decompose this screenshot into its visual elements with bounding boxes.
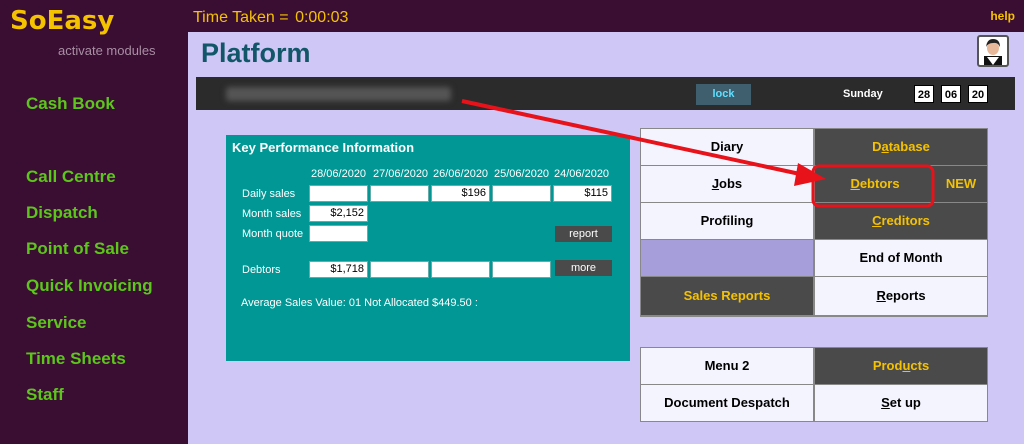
reports-button[interactable]: Reports: [815, 277, 987, 315]
new-badge: NEW: [935, 166, 987, 202]
report-button[interactable]: report: [555, 226, 612, 242]
day-label: Sunday: [843, 88, 883, 100]
debtors-cell: $1,718: [309, 261, 368, 278]
debtors-label: Debtors: [242, 264, 281, 276]
time-taken-label: Time Taken =: [193, 9, 289, 26]
daily-sales-cell: [309, 185, 368, 202]
date-year: 20: [968, 85, 988, 103]
time-taken: Time Taken = 0:00:03: [191, 9, 348, 27]
avatar-icon: [984, 39, 1002, 65]
user-avatar-icon[interactable]: [977, 35, 1009, 67]
top-bar: SoEasy Time Taken = 0:00:03 help: [0, 0, 1024, 36]
document-despatch-button[interactable]: Document Despatch: [641, 385, 813, 421]
help-link[interactable]: help: [990, 9, 1015, 23]
jobs-button[interactable]: Jobs: [641, 166, 813, 202]
sales-reports-button[interactable]: Sales Reports: [641, 277, 813, 315]
diary-button[interactable]: Diary: [641, 129, 813, 165]
kpi-date: 25/06/2020: [494, 168, 550, 180]
app-logo: SoEasy: [10, 6, 115, 36]
more-button[interactable]: more: [555, 260, 612, 276]
month-quote-label: Month quote: [242, 228, 304, 240]
sidebar-item-quick-invoicing[interactable]: Quick Invoicing: [26, 276, 153, 296]
debtors-cell: [370, 261, 429, 278]
daily-sales-cell: [492, 185, 551, 202]
sidebar-item-call-centre[interactable]: Call Centre: [26, 167, 116, 187]
month-quote-cell: [309, 225, 368, 242]
date-day: 28: [914, 85, 934, 103]
sidebar-item-service[interactable]: Service: [26, 313, 87, 333]
daily-sales-label: Daily sales: [242, 188, 296, 200]
daily-sales-cell: $196: [431, 185, 490, 202]
products-button[interactable]: Products: [815, 348, 987, 384]
kpi-date: 24/06/2020: [554, 168, 610, 180]
sidebar-item-time-sheets[interactable]: Time Sheets: [26, 349, 126, 369]
setup-button[interactable]: Set up: [815, 385, 987, 421]
database-button[interactable]: Database: [815, 129, 987, 165]
daily-sales-cell: [370, 185, 429, 202]
kpi-date: 28/06/2020: [311, 168, 367, 180]
sidebar-item-point-of-sale[interactable]: Point of Sale: [26, 239, 129, 259]
kpi-panel: Key Performance Information 28/06/2020 2…: [226, 135, 630, 361]
app-tagline: activate modules: [58, 43, 156, 58]
creditors-button[interactable]: Creditors: [815, 203, 987, 239]
daily-sales-cell: $115: [553, 185, 612, 202]
kpi-date: 26/06/2020: [433, 168, 489, 180]
average-sales-text: Average Sales Value: 01 Not Allocated $4…: [241, 297, 478, 309]
sidebar-item-cash-book[interactable]: Cash Book: [26, 94, 115, 114]
date-month: 06: [941, 85, 961, 103]
end-of-month-button[interactable]: End of Month: [815, 240, 987, 276]
secondary-menu-grid: Menu 2 Products Document Despatch Set up: [640, 347, 988, 422]
menu-2-button[interactable]: Menu 2: [641, 348, 813, 384]
main-panel: Platform lock Sunday 28 06 20 Key Perfor…: [188, 32, 1024, 444]
time-taken-value: 0:00:03: [295, 9, 349, 26]
empty-cell: [641, 240, 813, 276]
debtors-button[interactable]: Debtors: [815, 166, 935, 202]
page-title: Platform: [201, 38, 311, 68]
redacted-email: [226, 87, 451, 101]
status-bar: lock Sunday 28 06 20: [196, 77, 1015, 110]
lock-button[interactable]: lock: [696, 84, 751, 105]
kpi-date: 27/06/2020: [373, 168, 429, 180]
month-sales-cell: $2,152: [309, 205, 368, 222]
kpi-title: Key Performance Information: [232, 140, 415, 155]
main-menu-grid: Diary Database Jobs Debtors NEW Profilin…: [640, 128, 988, 317]
profiling-button[interactable]: Profiling: [641, 203, 813, 239]
month-sales-label: Month sales: [242, 208, 302, 220]
sidebar-item-staff[interactable]: Staff: [26, 385, 64, 405]
sidebar-item-dispatch[interactable]: Dispatch: [26, 203, 98, 223]
debtors-cell: [492, 261, 551, 278]
debtors-cell: [431, 261, 490, 278]
